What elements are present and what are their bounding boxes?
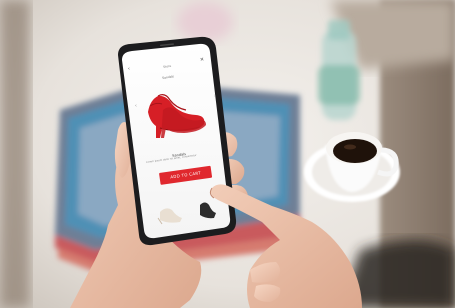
photo-scene: ‹ ✕ Store Sandals ‹ › Sandals Lorem ipsu… — [0, 0, 455, 308]
background-photo — [0, 0, 455, 308]
blurred-object — [177, 2, 233, 42]
close-icon[interactable]: ✕ — [200, 57, 205, 64]
glass-bottle — [318, 20, 360, 120]
